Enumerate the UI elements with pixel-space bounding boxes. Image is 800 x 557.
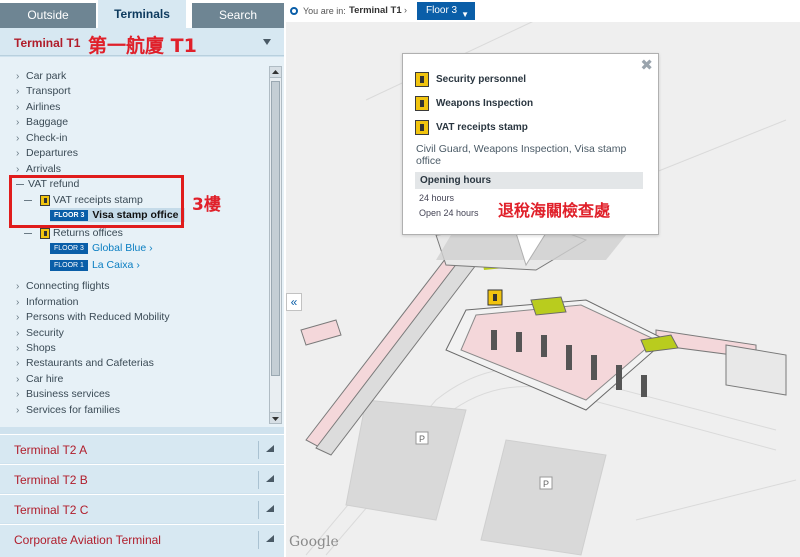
opening-hours-value: 24 hours (419, 193, 455, 203)
scroll-thumb[interactable] (271, 81, 280, 376)
tab-outside[interactable]: Outside (0, 3, 96, 28)
chevron-right-icon: › (16, 389, 20, 400)
list-scrollbar[interactable] (269, 66, 282, 424)
chevron-right-icon: › (404, 5, 407, 15)
popup-item-security-personnel: Security personnel (415, 71, 526, 89)
chevron-right-icon: › (16, 102, 20, 113)
list-item-security[interactable]: › Security (16, 326, 64, 341)
list-item-transport[interactable]: › Transport (16, 84, 71, 99)
terminal-t2c-header[interactable]: Terminal T2 C (0, 494, 284, 523)
terminal-t1-title: Terminal T1 (14, 36, 81, 50)
security-officer-icon (415, 71, 429, 87)
floor-annotation: 3樓 (192, 195, 221, 215)
annotation-highlight-box (9, 175, 184, 228)
list-item-check-in[interactable]: › Check-in (16, 131, 67, 146)
list-item-business-services[interactable]: › Business services (16, 387, 110, 402)
terminal-t2a-header[interactable]: Terminal T2 A (0, 434, 284, 463)
expand-arrow-icon[interactable] (266, 505, 274, 513)
opening-hours-heading: Opening hours (415, 172, 643, 189)
chevron-right-icon: › (16, 148, 20, 159)
list-item-airlines[interactable]: › Airlines (16, 100, 60, 115)
tab-search[interactable]: Search (192, 3, 284, 28)
expand-arrow-icon[interactable] (266, 475, 274, 483)
floor-dropdown[interactable]: Floor 3 ▼ (417, 2, 475, 20)
breadcrumb-terminal[interactable]: Terminal T1 (349, 5, 402, 16)
list-item-reduced-mobility[interactable]: › Persons with Reduced Mobility (16, 310, 170, 325)
parking-label: P (543, 479, 549, 489)
floor-badge: FLOOR 1 (50, 259, 88, 271)
collapse-arrow-icon[interactable] (262, 37, 272, 47)
chevron-right-icon: › (16, 71, 20, 82)
chevron-right-icon: › (146, 242, 153, 254)
chevron-down-icon: ▼ (461, 10, 469, 19)
security-officer-icon (415, 95, 429, 111)
list-item-car-park[interactable]: › Car park (16, 69, 66, 84)
terminal-t2b-header[interactable]: Terminal T2 B (0, 464, 284, 493)
services-list: › Car park › Transport › Airlines › Baggage … (0, 57, 268, 425)
expand-arrow-icon[interactable] (266, 535, 274, 543)
expand-arrow-icon[interactable] (266, 445, 274, 453)
list-item-car-hire[interactable]: › Car hire (16, 372, 63, 387)
list-item-returns-offices[interactable]: Returns offices (24, 226, 123, 241)
chevron-right-icon: › (16, 281, 20, 292)
list-item-restaurants[interactable]: › Restaurants and Cafeterias (16, 356, 154, 371)
list-item-departures[interactable]: › Departures (16, 146, 78, 161)
map-top-bar: You are in: Terminal T1 › Floor 3 ▼ (286, 0, 800, 22)
opening-hours-value: Open 24 hours (419, 208, 479, 218)
floor-badge: FLOOR 3 (50, 242, 88, 254)
terminal-t1-annotation: 第一航廈 T1 (88, 35, 197, 57)
list-item-information[interactable]: › Information (16, 295, 79, 310)
left-panel: Outside Terminals Search Terminal T1 第一航… (0, 0, 284, 557)
scroll-up-icon[interactable] (270, 67, 281, 78)
chevron-right-icon: › (16, 86, 20, 97)
popup-item-vat-receipts-stamp: VAT receipts stamp (415, 119, 528, 137)
google-logo: Google (289, 534, 339, 550)
chevron-right-icon: › (16, 297, 20, 308)
chevron-right-icon: › (16, 133, 20, 144)
security-officer-icon (415, 119, 429, 135)
popup-item-weapons-inspection: Weapons Inspection (415, 95, 533, 113)
list-item-baggage[interactable]: › Baggage (16, 115, 68, 130)
chevron-right-icon: › (16, 312, 20, 323)
list-item-la-caixa[interactable]: FLOOR 1 La Caixa › (50, 258, 140, 272)
terminal-t1-header[interactable]: Terminal T1 第一航廈 T1 (0, 28, 284, 57)
popup-annotation: 退稅海關檢查處 (498, 201, 611, 220)
chevron-right-icon: › (16, 405, 20, 416)
list-item-shops[interactable]: › Shops (16, 341, 56, 356)
collapse-panel-button[interactable]: « (286, 293, 302, 311)
close-icon[interactable]: ✖ (640, 56, 653, 74)
minus-icon (24, 232, 32, 234)
chevron-right-icon: › (16, 328, 20, 339)
scroll-down-icon[interactable] (270, 412, 281, 423)
office-icon (40, 227, 50, 239)
corporate-aviation-terminal-header[interactable]: Corporate Aviation Terminal (0, 524, 284, 557)
list-item-global-blue[interactable]: FLOOR 3 Global Blue › (50, 241, 153, 255)
chevron-right-icon: › (16, 358, 20, 369)
services-list-box: › Car park › Transport › Airlines › Baggage … (0, 57, 284, 427)
chevron-right-icon: › (133, 259, 140, 271)
list-item-connecting-flights[interactable]: › Connecting flights (16, 279, 109, 294)
list-item-services-families[interactable]: › Services for families (16, 403, 120, 418)
you-are-in-label: You are in: (303, 6, 346, 16)
parking-label: P (419, 434, 425, 444)
tab-terminals[interactable]: Terminals (98, 0, 186, 28)
chevron-right-icon: › (16, 343, 20, 354)
chevron-right-icon: › (16, 374, 20, 385)
chevron-right-icon: › (16, 117, 20, 128)
info-popup: ✖ Security personnel Weapons Inspection … (402, 53, 659, 235)
location-icon (290, 7, 298, 15)
popup-description: Civil Guard, Weapons Inspection, Visa st… (416, 143, 627, 167)
tab-bar: Outside Terminals Search (0, 0, 284, 28)
